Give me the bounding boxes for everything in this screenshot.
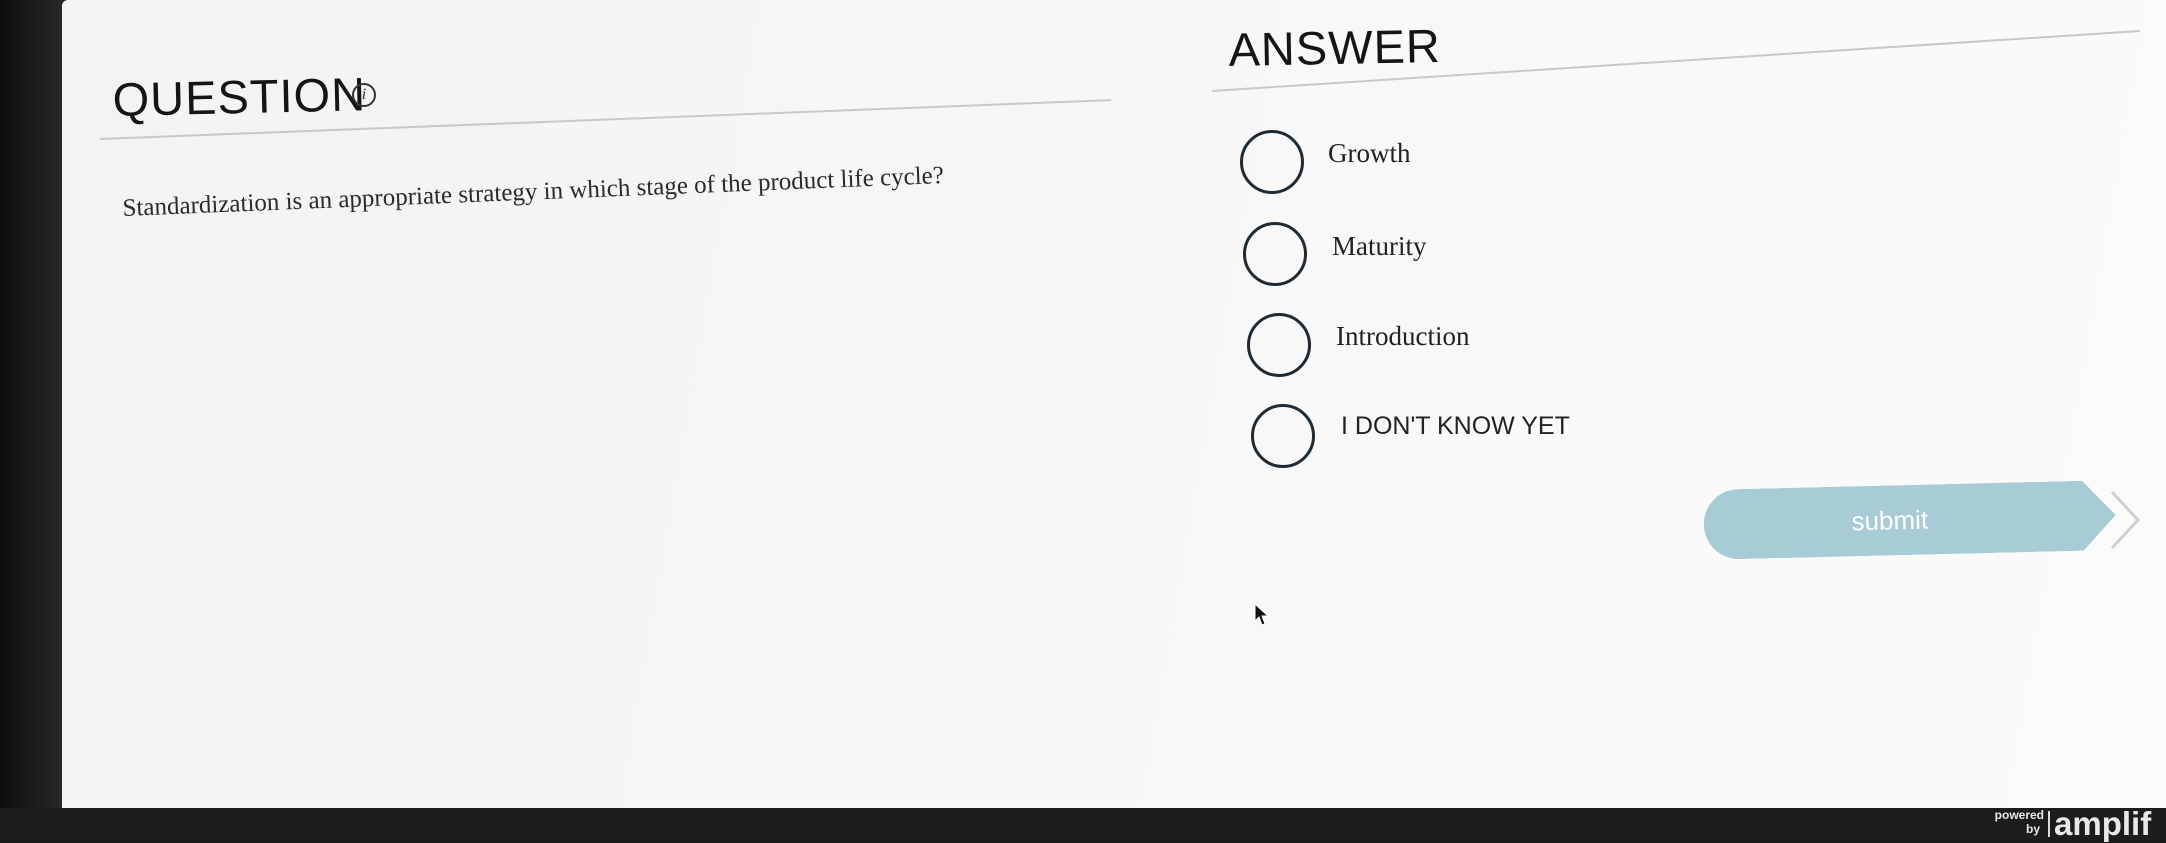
logo-divider: [2048, 811, 2050, 837]
radio-button[interactable]: [1251, 404, 1315, 468]
footer-bar: [0, 808, 2166, 842]
option-label: Introduction: [1336, 321, 1470, 351]
monitor-bezel: [0, 0, 70, 842]
radio-button[interactable]: [1240, 130, 1304, 194]
option-label: Growth: [1328, 138, 1411, 168]
option-label: Maturity: [1332, 231, 1427, 261]
chevron-right-icon: [2110, 490, 2141, 550]
brand-logo: amplif: [2054, 805, 2152, 842]
quiz-screen: [62, 0, 2166, 822]
powered-text: powered: [1994, 808, 2044, 822]
radio-button[interactable]: [1243, 222, 1307, 286]
radio-button[interactable]: [1247, 313, 1311, 377]
info-icon[interactable]: i: [352, 83, 376, 107]
by-text: by: [2026, 822, 2041, 836]
mouse-cursor-icon: [1254, 603, 1270, 626]
answer-title: ANSWER: [1228, 18, 1442, 76]
submit-button[interactable]: submit: [1703, 480, 2117, 560]
option-label: I DON'T KNOW YET: [1341, 412, 1570, 440]
question-title: QUESTION: [112, 67, 367, 126]
